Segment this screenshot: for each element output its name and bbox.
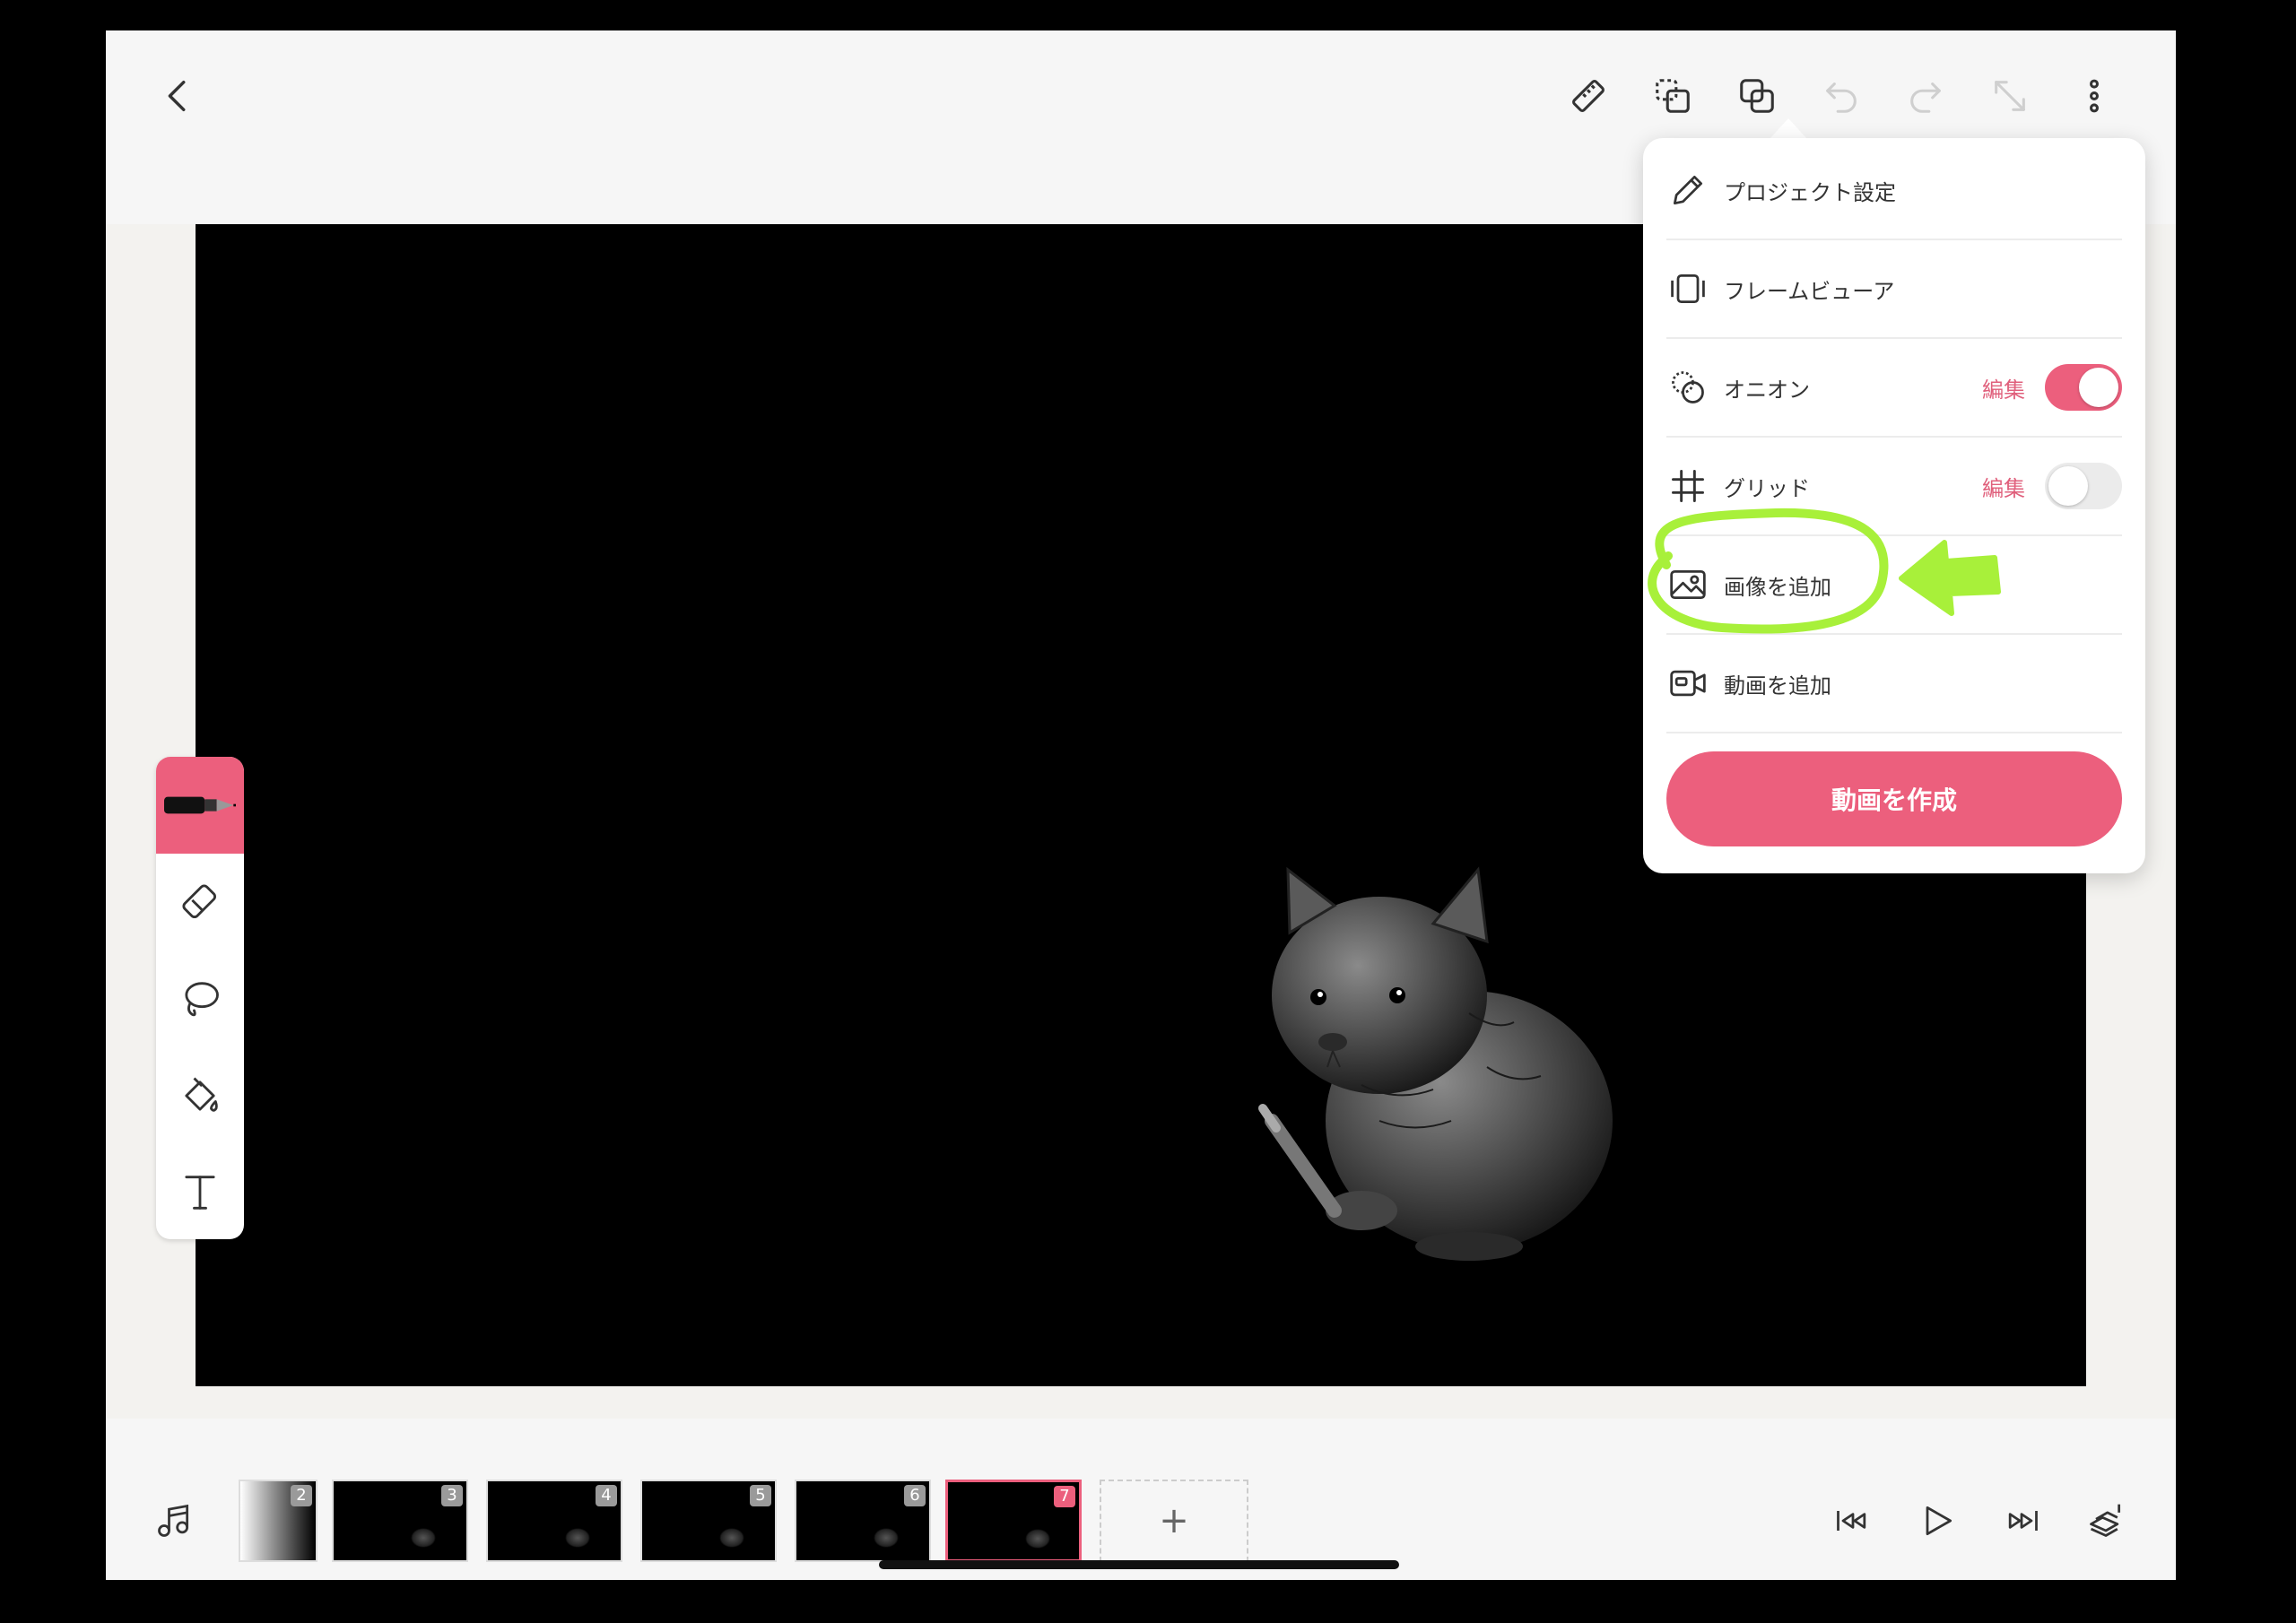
menu-item-onion[interactable]: オニオン 編集	[1666, 339, 2122, 438]
menu-item-project-settings[interactable]: プロジェクト設定	[1666, 142, 2122, 240]
frame-thumbnail[interactable]: 2	[239, 1480, 317, 1562]
frame-viewer-icon	[1666, 267, 1709, 310]
text-tool[interactable]	[156, 1144, 244, 1239]
frame-number: 4	[596, 1485, 617, 1506]
grid-edit-link[interactable]: 編集	[1982, 471, 2025, 502]
eraser-icon	[182, 884, 216, 918]
onion-skin-icon	[1666, 366, 1709, 409]
top-toolbar	[106, 30, 2176, 156]
menu-item-label: 動画を追加	[1724, 673, 1831, 699]
music-note-icon[interactable]	[145, 1492, 203, 1549]
frame-thumbnail[interactable]: 4	[486, 1480, 622, 1562]
fill-bucket-tool[interactable]	[156, 1047, 244, 1144]
more-vertical-icon[interactable]	[2063, 65, 2126, 127]
frame-thumbnail[interactable]: 3	[332, 1480, 468, 1562]
menu-item-frame-viewer[interactable]: フレームビューア	[1666, 240, 2122, 339]
frame-number: 7	[1054, 1486, 1075, 1507]
menu-item-grid[interactable]: グリッド 編集	[1666, 438, 2122, 536]
menu-arrow	[1769, 118, 1808, 140]
skip-to-start-icon[interactable]	[1824, 1492, 1882, 1549]
frame-number: 2	[291, 1485, 312, 1506]
pen-tool[interactable]	[156, 757, 244, 854]
create-video-button[interactable]: 動画を作成	[1666, 751, 2122, 846]
add-frame-button[interactable]: +	[1100, 1480, 1248, 1562]
undo-icon[interactable]	[1810, 65, 1873, 127]
back-chevron-icon[interactable]	[147, 65, 210, 127]
menu-item-label: オニオン	[1724, 377, 1810, 403]
text-t-icon	[185, 1176, 215, 1210]
onion-toggle[interactable]	[2045, 364, 2122, 411]
app-screen: プロジェクト設定 フレームビューア オニオン 編集 グリッド 編集 画像を追加 …	[106, 30, 2176, 1580]
more-options-menu: プロジェクト設定 フレームビューア オニオン 編集 グリッド 編集 画像を追加 …	[1643, 138, 2145, 873]
frame-thumbnail[interactable]: 6	[795, 1480, 931, 1562]
copy-frame-icon[interactable]	[1641, 65, 1704, 127]
frame-number: 3	[441, 1485, 463, 1506]
paint-bucket-icon	[185, 1077, 218, 1112]
pen-icon	[164, 796, 236, 814]
onion-edit-link[interactable]: 編集	[1982, 372, 2025, 404]
lasso-icon	[185, 982, 219, 1017]
layers-icon[interactable]	[2077, 1492, 2135, 1549]
menu-item-label: プロジェクト設定	[1724, 179, 1896, 205]
tool-palette	[156, 757, 244, 1239]
menu-item-label: フレームビューア	[1724, 278, 1895, 304]
timeline-bar: 2 3 4 5 6 7 +	[106, 1419, 2176, 1580]
add-video-icon	[1666, 662, 1709, 705]
lasso-tool[interactable]	[156, 950, 244, 1047]
frame-number: 5	[750, 1485, 771, 1506]
menu-item-add-image[interactable]: 画像を追加	[1666, 536, 2122, 635]
pencil-icon	[1666, 169, 1709, 212]
add-image-icon	[1666, 563, 1709, 606]
ruler-icon[interactable]	[1557, 65, 1620, 127]
frame-number: 6	[904, 1485, 926, 1506]
play-icon[interactable]	[1909, 1492, 1966, 1549]
redo-icon[interactable]	[1894, 65, 1957, 127]
frame-thumbnail-selected[interactable]: 7	[945, 1480, 1082, 1562]
menu-item-label: グリッド	[1724, 475, 1810, 501]
frame-thumbnail[interactable]: 5	[640, 1480, 777, 1562]
menu-item-label: 画像を追加	[1724, 574, 1831, 600]
home-indicator	[879, 1560, 1399, 1569]
skip-to-end-icon[interactable]	[1993, 1492, 2050, 1549]
grid-hash-icon	[1666, 464, 1709, 508]
menu-item-add-video[interactable]: 動画を追加	[1666, 635, 2122, 733]
eraser-tool[interactable]	[156, 854, 244, 950]
grid-toggle[interactable]	[2045, 463, 2122, 509]
resize-icon[interactable]	[1979, 65, 2041, 127]
